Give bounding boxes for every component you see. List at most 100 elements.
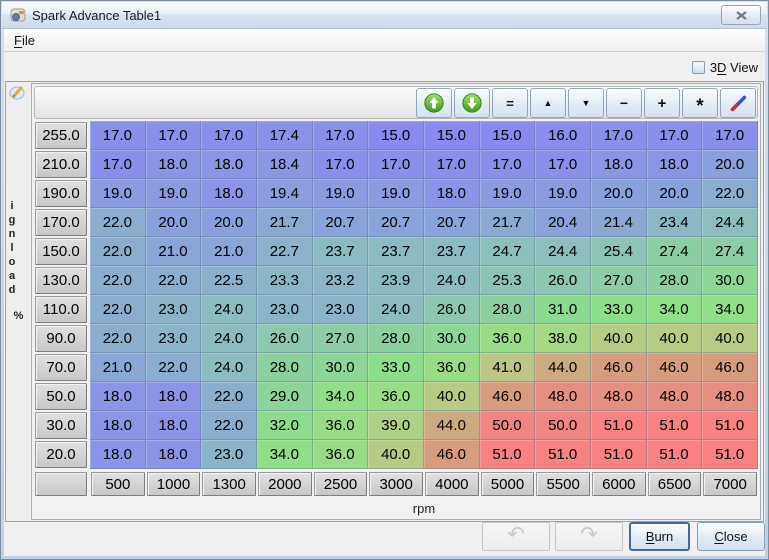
edit-pencil-icon[interactable] [9, 84, 27, 100]
close-button[interactable]: Close [697, 522, 765, 551]
table-cell[interactable]: 15.0 [424, 121, 480, 150]
table-cell[interactable]: 34.0 [313, 382, 369, 411]
subtract-button[interactable]: − [606, 88, 642, 118]
table-cell[interactable]: 50.0 [535, 411, 591, 440]
table-cell[interactable]: 48.0 [647, 382, 703, 411]
table-cell[interactable]: 22.0 [90, 237, 146, 266]
table-cell[interactable]: 50.0 [480, 411, 536, 440]
burn-button[interactable]: Burn [629, 522, 690, 551]
3d-view-checkbox[interactable] [692, 61, 705, 74]
table-cell[interactable]: 46.0 [480, 382, 536, 411]
table-cell[interactable]: 33.0 [368, 353, 424, 382]
table-cell[interactable]: 34.0 [647, 295, 703, 324]
table-cell[interactable]: 21.7 [480, 208, 536, 237]
table-cell[interactable]: 46.0 [424, 440, 480, 469]
table-cell[interactable]: 17.0 [90, 150, 146, 179]
table-cell[interactable]: 22.0 [702, 179, 758, 208]
table-cell[interactable]: 23.0 [146, 324, 202, 353]
table-cell[interactable]: 40.0 [702, 324, 758, 353]
table-cell[interactable]: 25.3 [480, 266, 536, 295]
redo-button[interactable]: ↷ [555, 522, 623, 551]
table-cell[interactable]: 19.4 [257, 179, 313, 208]
row-header-cell[interactable]: 170.0 [35, 209, 87, 236]
table-cell[interactable]: 17.0 [90, 121, 146, 150]
table-cell[interactable]: 44.0 [535, 353, 591, 382]
row-header-cell[interactable]: 150.0 [35, 238, 87, 265]
table-cell[interactable]: 24.0 [368, 295, 424, 324]
row-header-cell[interactable]: 110.0 [35, 296, 87, 323]
table-cell[interactable]: 23.0 [146, 295, 202, 324]
table-cell[interactable]: 18.0 [647, 150, 703, 179]
window-close-button[interactable] [721, 5, 761, 25]
table-cell[interactable]: 36.0 [480, 324, 536, 353]
title-bar[interactable]: Spark Advance Table1 [2, 2, 767, 29]
decrement-button[interactable]: ▼ [568, 88, 604, 118]
table-cell[interactable]: 17.0 [702, 121, 758, 150]
table-cell[interactable]: 29.0 [257, 382, 313, 411]
table-cell[interactable]: 19.0 [535, 179, 591, 208]
table-cell[interactable]: 23.0 [201, 440, 257, 469]
table-cell[interactable]: 25.4 [591, 237, 647, 266]
table-cell[interactable]: 18.0 [146, 382, 202, 411]
scale-button[interactable] [720, 88, 756, 118]
row-header-cell[interactable]: 210.0 [35, 151, 87, 178]
multiply-button[interactable]: * [682, 88, 718, 118]
table-cell[interactable]: 18.0 [424, 179, 480, 208]
table-cell[interactable]: 24.0 [201, 324, 257, 353]
table-cell[interactable]: 22.0 [201, 382, 257, 411]
table-cell[interactable]: 27.0 [313, 324, 369, 353]
table-cell[interactable]: 40.0 [424, 382, 480, 411]
table-cell[interactable]: 17.0 [591, 121, 647, 150]
table-cell[interactable]: 51.0 [591, 411, 647, 440]
table-cell[interactable]: 27.4 [647, 237, 703, 266]
3d-view-label[interactable]: 3D View [710, 60, 758, 75]
table-cell[interactable]: 18.0 [591, 150, 647, 179]
table-cell[interactable]: 24.0 [424, 266, 480, 295]
table-cell[interactable]: 41.0 [480, 353, 536, 382]
table-cell[interactable]: 27.4 [702, 237, 758, 266]
table-cell[interactable]: 18.0 [90, 440, 146, 469]
table-cell[interactable]: 17.0 [313, 150, 369, 179]
arrow-up-button[interactable] [416, 88, 452, 118]
table-cell[interactable]: 30.0 [313, 353, 369, 382]
table-cell[interactable]: 38.0 [535, 324, 591, 353]
table-cell[interactable]: 22.0 [90, 295, 146, 324]
table-cell[interactable]: 21.7 [257, 208, 313, 237]
table-cell[interactable]: 23.0 [257, 295, 313, 324]
column-header-cell[interactable]: 500 [91, 472, 145, 496]
row-header-cell[interactable]: 20.0 [35, 441, 87, 468]
table-cell[interactable]: 19.0 [146, 179, 202, 208]
table-cell[interactable]: 20.7 [424, 208, 480, 237]
table-cell[interactable]: 18.0 [146, 411, 202, 440]
column-header-cell[interactable]: 2000 [258, 472, 312, 496]
column-header-cell[interactable]: 5000 [481, 472, 535, 496]
table-cell[interactable]: 20.0 [647, 179, 703, 208]
table-cell[interactable]: 17.0 [480, 150, 536, 179]
column-header-cell[interactable]: 1000 [147, 472, 201, 496]
table-cell[interactable]: 20.4 [535, 208, 591, 237]
table-cell[interactable]: 36.0 [313, 411, 369, 440]
table-cell[interactable]: 20.0 [702, 150, 758, 179]
column-header-cell[interactable]: 1300 [202, 472, 256, 496]
table-cell[interactable]: 48.0 [535, 382, 591, 411]
table-cell[interactable]: 46.0 [702, 353, 758, 382]
table-cell[interactable]: 16.0 [535, 121, 591, 150]
table-cell[interactable]: 22.0 [146, 266, 202, 295]
table-cell[interactable]: 17.0 [201, 121, 257, 150]
table-cell[interactable]: 48.0 [591, 382, 647, 411]
table-cell[interactable]: 33.0 [591, 295, 647, 324]
table-cell[interactable]: 23.3 [257, 266, 313, 295]
row-header-cell[interactable]: 255.0 [35, 122, 87, 149]
table-cell[interactable]: 24.4 [535, 237, 591, 266]
table-cell[interactable]: 18.0 [90, 382, 146, 411]
table-cell[interactable]: 48.0 [702, 382, 758, 411]
table-cell[interactable]: 36.0 [313, 440, 369, 469]
table-cell[interactable]: 18.0 [146, 440, 202, 469]
column-header-cell[interactable]: 7000 [703, 472, 757, 496]
table-cell[interactable]: 17.0 [146, 121, 202, 150]
table-cell[interactable]: 31.0 [535, 295, 591, 324]
table-cell[interactable]: 18.0 [201, 179, 257, 208]
table-cell[interactable]: 22.0 [146, 353, 202, 382]
table-cell[interactable]: 17.4 [257, 121, 313, 150]
row-header-cell[interactable]: 190.0 [35, 180, 87, 207]
